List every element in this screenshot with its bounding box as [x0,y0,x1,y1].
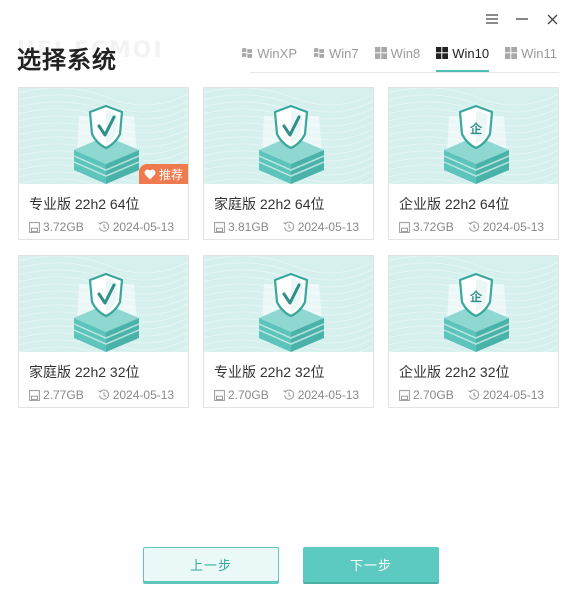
system-illustration: 企 [389,256,558,352]
clock-icon [97,221,110,233]
disk-icon [29,221,40,233]
badge-label: 推荐 [158,167,183,182]
windows-xp-icon [241,47,253,59]
date-info: 2024-05-13 [97,388,175,402]
windows-7-icon [313,47,325,59]
clock-icon [97,389,110,401]
next-step-button[interactable]: 下一步 [303,547,439,582]
system-card-title: 专业版 22h2 32位 [214,364,325,380]
clock-icon [282,389,295,401]
disk-icon [399,389,410,401]
date-info: 2024-05-13 [97,220,175,234]
system-illustration [19,256,188,352]
size-value: 3.72GB [43,220,84,234]
system-card[interactable]: 推荐专业版 22h2 64位 3.72GB 2024-05-13 [18,87,189,240]
tab-win11[interactable]: Win11 [505,44,557,62]
system-card-meta: 2.70GB 2024-05-13 [214,388,359,402]
system-illustration [204,256,373,352]
disk-icon [29,389,40,401]
date-value: 2024-05-13 [112,388,175,402]
system-card-meta: 3.72GB 2024-05-13 [399,220,544,234]
size-info: 2.70GB [399,388,454,402]
system-illustration [204,88,373,184]
windows-11-icon [505,47,518,59]
close-icon[interactable] [545,12,559,26]
system-card-meta: 2.70GB 2024-05-13 [399,388,544,402]
system-card-grid: 推荐专业版 22h2 64位 3.72GB 2024-05-13 家庭版 22h… [18,87,559,408]
system-illustration: 推荐 [19,88,188,184]
system-card[interactable]: 企 企业版 22h2 64位 3.72GB 2024-05-13 [388,87,559,240]
size-info: 3.72GB [29,220,84,234]
date-value: 2024-05-13 [482,388,545,402]
disk-icon [214,221,225,233]
os-version-tabs: WinXP Win7 Win8 Win10 Win11 [241,44,557,73]
svg-text:企: 企 [469,289,483,304]
page-title-area: UEI FCMOI 选择系统 [17,38,162,75]
system-card-title: 家庭版 22h2 32位 [29,364,140,380]
date-value: 2024-05-13 [482,220,545,234]
tab-label: Win7 [329,45,359,61]
system-card[interactable]: 家庭版 22h2 64位 3.81GB 2024-05-13 [203,87,374,240]
date-value: 2024-05-13 [297,220,360,234]
recommended-badge: 推荐 [138,164,188,184]
clock-icon [467,221,480,233]
system-card[interactable]: 企 企业版 22h2 32位 2.70GB 2024-05-13 [388,255,559,408]
size-info: 2.77GB [29,388,84,402]
size-value: 2.70GB [228,388,269,402]
date-value: 2024-05-13 [297,388,360,402]
svg-text:企: 企 [469,121,483,136]
tab-label: Win11 [521,45,557,61]
size-info: 2.70GB [214,388,269,402]
page-title: 选择系统 [17,46,117,74]
heart-icon [144,169,156,180]
clock-icon [467,389,480,401]
windows-10-icon [436,47,449,59]
date-info: 2024-05-13 [282,388,360,402]
windows-8-icon [374,47,387,59]
system-card[interactable]: 家庭版 22h2 32位 2.77GB 2024-05-13 [18,255,189,408]
menu-icon[interactable] [485,12,499,26]
date-value: 2024-05-13 [112,220,175,234]
size-info: 3.72GB [399,220,454,234]
size-value: 2.77GB [43,388,84,402]
window-controls [485,12,559,26]
tab-label: WinXP [257,45,297,61]
date-info: 2024-05-13 [282,220,360,234]
size-value: 3.81GB [228,220,269,234]
tab-win7[interactable]: Win7 [313,44,359,62]
system-card-title: 专业版 22h2 64位 [29,196,140,212]
date-info: 2024-05-13 [467,220,545,234]
system-illustration: 企 [389,88,558,184]
tab-win10[interactable]: Win10 [436,44,490,73]
system-card[interactable]: 专业版 22h2 32位 2.70GB 2024-05-13 [203,255,374,408]
tab-label: Win10 [452,45,490,61]
system-card-meta: 2.77GB 2024-05-13 [29,388,174,402]
system-card-meta: 3.81GB 2024-05-13 [214,220,359,234]
disk-icon [214,389,225,401]
tab-label: Win8 [390,45,421,61]
size-info: 3.81GB [214,220,269,234]
size-value: 2.70GB [413,388,454,402]
clock-icon [282,221,295,233]
system-card-meta: 3.72GB 2024-05-13 [29,220,174,234]
system-card-title: 企业版 22h2 64位 [399,196,510,212]
date-info: 2024-05-13 [467,388,545,402]
prev-step-button[interactable]: 上一步 [143,547,279,582]
minimize-icon[interactable] [515,12,529,26]
tab-win8[interactable]: Win8 [374,44,421,62]
system-card-title: 家庭版 22h2 64位 [214,196,325,212]
tab-winxp[interactable]: WinXP [241,44,297,62]
disk-icon [399,221,410,233]
tab-divider [250,72,559,73]
system-card-title: 企业版 22h2 32位 [399,364,510,380]
size-value: 3.72GB [413,220,454,234]
